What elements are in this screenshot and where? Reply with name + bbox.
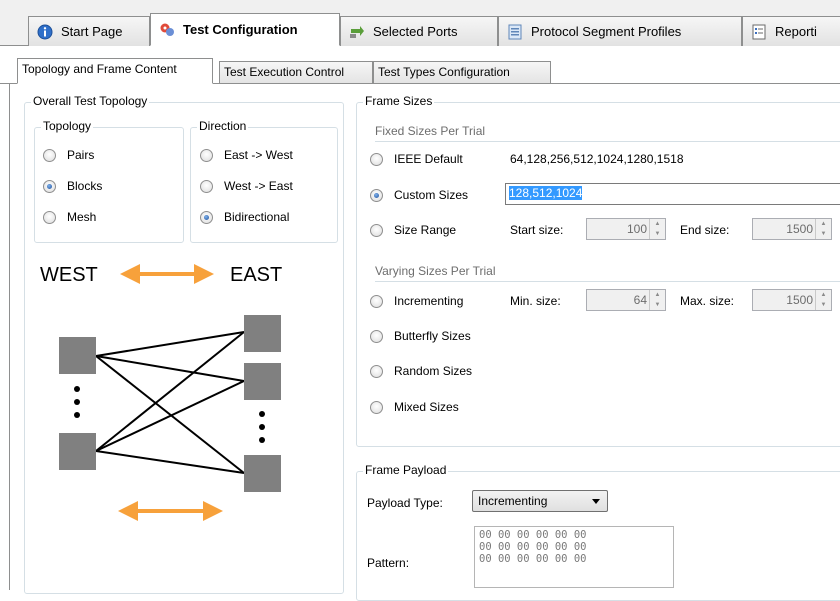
radio-mixed-sizes[interactable]: Mixed Sizes bbox=[370, 400, 459, 414]
east-nodes bbox=[244, 315, 281, 492]
radio-label: Mixed Sizes bbox=[394, 400, 459, 414]
fixed-sizes-header: Fixed Sizes Per Trial bbox=[375, 124, 486, 138]
radio-label: Incrementing bbox=[394, 294, 464, 308]
spin-down-icon[interactable]: ▼ bbox=[650, 229, 665, 239]
radio-label: Size Range bbox=[394, 223, 457, 237]
bidirectional-arrow-bottom bbox=[118, 501, 223, 521]
radio-label: IEEE Default bbox=[394, 152, 463, 166]
separator bbox=[375, 141, 840, 142]
spin-up-icon[interactable]: ▲ bbox=[650, 290, 665, 300]
end-size-label: End size: bbox=[680, 223, 730, 237]
spinner-buttons[interactable]: ▲ ▼ bbox=[649, 290, 665, 310]
spin-up-icon[interactable]: ▲ bbox=[816, 219, 831, 229]
spinner-buttons[interactable]: ▲ ▼ bbox=[649, 219, 665, 239]
radio-custom-sizes[interactable]: Custom Sizes bbox=[370, 188, 468, 202]
radio-button[interactable] bbox=[370, 329, 383, 343]
max-size-value: 1500 bbox=[786, 293, 813, 307]
radio-button[interactable] bbox=[370, 223, 383, 237]
start-size-label: Start size: bbox=[510, 223, 564, 237]
ieee-sizes-value: 64,128,256,512,1024,1280,1518 bbox=[510, 152, 684, 166]
start-size-value: 100 bbox=[626, 222, 647, 236]
radio-ieee-default[interactable]: IEEE Default bbox=[370, 152, 463, 166]
varying-sizes-header: Varying Sizes Per Trial bbox=[375, 264, 496, 278]
tab-test-configuration[interactable]: Test Configuration bbox=[150, 13, 340, 46]
start-size-spinner[interactable]: 100 ▲ ▼ bbox=[586, 218, 666, 240]
tab-topology-and-frame-content[interactable]: Topology and Frame Content bbox=[17, 58, 213, 84]
min-size-label: Min. size: bbox=[510, 294, 561, 308]
spin-down-icon[interactable]: ▼ bbox=[816, 300, 831, 310]
spinner-buttons[interactable]: ▲ ▼ bbox=[815, 219, 831, 239]
min-size-spinner[interactable]: 64 ▲ ▼ bbox=[586, 289, 666, 311]
radio-incrementing[interactable]: Incrementing bbox=[370, 294, 463, 308]
configuration-icon bbox=[159, 22, 175, 38]
radio-random-sizes[interactable]: Random Sizes bbox=[370, 364, 472, 378]
sub-tab-label: Topology and Frame Content bbox=[22, 62, 177, 76]
payload-type-label: Payload Type: bbox=[367, 496, 443, 510]
radio-button[interactable] bbox=[370, 400, 383, 414]
pattern-row: 00 00 00 00 00 00 bbox=[479, 529, 587, 541]
dropdown-arrow-icon bbox=[592, 499, 600, 504]
pattern-label: Pattern: bbox=[367, 556, 410, 570]
radio-butterfly-sizes[interactable]: Butterfly Sizes bbox=[370, 329, 471, 343]
payload-type-dropdown[interactable]: Incrementing bbox=[472, 490, 608, 512]
spin-up-icon[interactable]: ▲ bbox=[650, 219, 665, 229]
connection-lines bbox=[95, 331, 245, 474]
radio-button-selected[interactable] bbox=[370, 188, 383, 202]
max-size-spinner[interactable]: 1500 ▲ ▼ bbox=[752, 289, 832, 311]
spin-down-icon[interactable]: ▼ bbox=[816, 229, 831, 239]
radio-button[interactable] bbox=[370, 152, 383, 166]
payload-type-value: Incrementing bbox=[478, 494, 548, 508]
radio-button[interactable] bbox=[370, 294, 383, 308]
spin-down-icon[interactable]: ▼ bbox=[650, 300, 665, 310]
spinner-buttons[interactable]: ▲ ▼ bbox=[815, 290, 831, 310]
separator bbox=[375, 281, 840, 282]
group-title: Frame Payload bbox=[363, 463, 449, 477]
end-size-spinner[interactable]: 1500 ▲ ▼ bbox=[752, 218, 832, 240]
group-title: Frame Sizes bbox=[363, 94, 435, 108]
pattern-row: 00 00 00 00 00 00 bbox=[479, 553, 587, 565]
pattern-row: 00 00 00 00 00 00 bbox=[479, 541, 587, 553]
min-size-value: 64 bbox=[633, 293, 647, 307]
bidirectional-arrow-top bbox=[120, 264, 214, 284]
tab-label: Test Configuration bbox=[183, 22, 298, 37]
radio-size-range[interactable]: Size Range bbox=[370, 223, 456, 237]
custom-sizes-value: 128,512,1024 bbox=[509, 186, 583, 200]
radio-label: Butterfly Sizes bbox=[394, 329, 471, 343]
spin-up-icon[interactable]: ▲ bbox=[816, 290, 831, 300]
radio-label: Random Sizes bbox=[394, 364, 473, 378]
custom-sizes-input[interactable]: 128,512,1024 bbox=[505, 183, 840, 205]
radio-button[interactable] bbox=[370, 364, 383, 378]
pattern-editor[interactable]: 00 00 00 00 00 00 00 00 00 00 00 00 00 0… bbox=[474, 526, 674, 588]
radio-label: Custom Sizes bbox=[394, 188, 469, 202]
max-size-label: Max. size: bbox=[680, 294, 735, 308]
end-size-value: 1500 bbox=[786, 222, 813, 236]
